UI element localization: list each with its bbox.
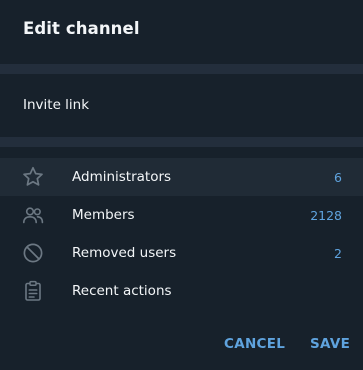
removed-users-count: 2 bbox=[334, 246, 342, 261]
menu-item-label: Removed users bbox=[72, 245, 177, 261]
section-divider bbox=[0, 137, 363, 147]
menu-item-removed-users[interactable]: Removed users 2 bbox=[0, 234, 363, 272]
edit-channel-dialog: Edit channel Invite link Administrators … bbox=[0, 0, 363, 370]
administrators-count: 6 bbox=[334, 170, 342, 185]
menu-item-members[interactable]: Members 2128 bbox=[0, 196, 363, 234]
menu-item-recent-actions[interactable]: Recent actions bbox=[0, 272, 363, 310]
menu-item-administrators[interactable]: Administrators 6 bbox=[0, 158, 363, 196]
invite-link-label[interactable]: Invite link bbox=[23, 97, 89, 113]
cancel-button[interactable]: CANCEL bbox=[224, 336, 285, 352]
menu-item-label: Members bbox=[72, 207, 135, 223]
menu-item-label: Recent actions bbox=[72, 283, 172, 299]
members-count: 2128 bbox=[310, 208, 342, 223]
clipboard-icon bbox=[22, 280, 44, 302]
star-icon bbox=[22, 166, 44, 188]
menu-item-label: Administrators bbox=[72, 169, 172, 185]
members-icon bbox=[22, 204, 44, 226]
section-divider bbox=[0, 64, 363, 74]
blocked-icon bbox=[22, 242, 44, 264]
dialog-title: Edit channel bbox=[23, 19, 140, 38]
save-button[interactable]: SAVE bbox=[310, 336, 350, 352]
